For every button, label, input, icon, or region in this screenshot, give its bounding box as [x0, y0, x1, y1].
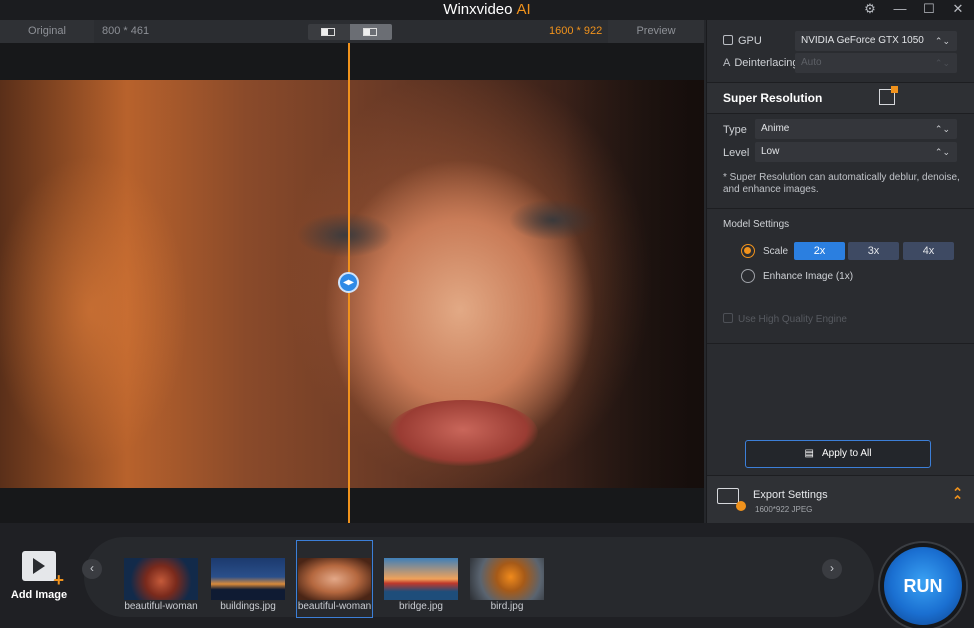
export-title: Export Settings: [753, 489, 828, 501]
split-view-button[interactable]: [308, 24, 350, 40]
deinterlacing-label: Deinterlacing: [734, 57, 799, 69]
gpu-label: GPU: [738, 35, 762, 47]
add-image-label: Add Image: [10, 589, 68, 601]
type-value: Anime: [761, 123, 790, 134]
preview-area: ◂▸: [0, 43, 704, 523]
original-tab[interactable]: Original: [0, 20, 94, 43]
deinterlace-icon: A: [723, 57, 731, 69]
deinterlacing-value: Auto: [801, 57, 822, 68]
thumbnail-image: [211, 558, 285, 600]
split-handle[interactable]: ◂▸: [338, 272, 359, 293]
thumbnail-item[interactable]: bridge.jpg: [384, 558, 458, 612]
app-title-text: Winxvideo: [443, 1, 513, 18]
scale-4x-button[interactable]: 4x: [903, 242, 954, 260]
thumbnail-caption: bridge.jpg: [399, 601, 443, 612]
add-media-icon: +: [22, 551, 64, 589]
preview-tab[interactable]: Preview: [608, 20, 704, 43]
scale-radio[interactable]: [741, 244, 755, 258]
prev-arrow-icon[interactable]: ‹: [82, 559, 102, 579]
expand-icon[interactable]: [879, 86, 898, 105]
chevron-up-icon[interactable]: ⌃ ⌃: [952, 486, 963, 507]
enhance-radio[interactable]: [741, 269, 755, 283]
scale-2x-button[interactable]: 2x: [794, 242, 845, 260]
apply-icon: ▤: [804, 448, 814, 459]
thumbnail-image: [124, 558, 198, 600]
hq-engine-label: Use High Quality Engine: [738, 314, 847, 325]
level-label: Level: [723, 147, 750, 159]
type-select[interactable]: Anime ⌃⌄: [755, 119, 957, 139]
thumbnail-item[interactable]: bird.jpg: [470, 558, 544, 612]
thumbnail-caption: beautiful-woman: [297, 601, 372, 612]
thumbnail-caption: buildings.jpg: [220, 601, 276, 612]
super-resolution-note: * Super Resolution can automatically deb…: [723, 172, 960, 195]
hq-engine-checkbox: [723, 313, 733, 323]
side-by-side-button[interactable]: [350, 24, 392, 40]
chevron-updown-icon: ⌃⌄: [934, 147, 950, 157]
export-detail: 1600*922 JPEG: [755, 505, 813, 514]
level-select[interactable]: Low ⌃⌄: [755, 142, 957, 162]
export-settings-icon: [717, 488, 746, 511]
title-bar: Winxvideo AI ⚙ — ☐ ✕: [0, 0, 974, 20]
thumbnail-image: [298, 558, 371, 600]
maximize-icon[interactable]: ☐: [917, 0, 941, 20]
image-hair-left: [0, 80, 260, 488]
hq-engine-row: Use High Quality Engine: [723, 313, 847, 325]
scale-label: Scale: [763, 246, 789, 257]
type-label: Type: [723, 124, 747, 136]
thumbnail-item[interactable]: buildings.jpg: [211, 558, 285, 612]
original-size: 800 * 461: [102, 25, 150, 37]
side-by-side-icon: [363, 28, 377, 36]
level-value: Low: [761, 146, 780, 157]
image-shadow-right: [564, 80, 704, 488]
divider: [707, 343, 974, 344]
settings-panel: GPU NVIDIA GeForce GTX 1050 ⌃⌄ A Deinterla…: [706, 20, 974, 523]
model-settings-label: Model Settings: [723, 219, 790, 230]
run-button[interactable]: RUN: [880, 543, 966, 628]
export-settings[interactable]: Export Settings 1600*922 JPEG ⌃ ⌃: [707, 475, 974, 523]
apply-to-all-button[interactable]: ▤ Apply to All: [745, 440, 931, 468]
split-view-icon: [321, 28, 335, 36]
chevron-updown-icon: ⌃⌄: [934, 124, 950, 134]
chevron-updown-icon: ⌃⌄: [934, 58, 950, 68]
gpu-value: NVIDIA GeForce GTX 1050: [801, 35, 924, 46]
deinterlacing-row: A Deinterlacing: [723, 57, 799, 69]
thumbnail-caption: bird.jpg: [490, 601, 524, 612]
add-image-button[interactable]: + Add Image: [8, 551, 70, 601]
image-strip: + Add Image ‹ › beautiful-woman building…: [0, 523, 974, 628]
deinterlacing-select: Auto ⌃⌄: [795, 53, 957, 73]
scale-3x-button[interactable]: 3x: [848, 242, 899, 260]
chevron-updown-icon: ⌃⌄: [934, 36, 950, 46]
super-resolution-header: Super Resolution: [707, 82, 974, 114]
image-lips: [388, 400, 538, 466]
thumbnail-item[interactable]: beautiful-woman: [124, 558, 198, 612]
output-size: 1600 * 922: [549, 25, 603, 37]
app-window: Winxvideo AI ⚙ — ☐ ✕ Original 800 * 461 1…: [0, 0, 974, 628]
gear-icon[interactable]: ⚙: [858, 0, 882, 20]
close-icon[interactable]: ✕: [946, 0, 970, 20]
thumbnail-image: [384, 558, 458, 600]
next-arrow-icon[interactable]: ›: [822, 559, 842, 579]
divider: [707, 208, 974, 209]
app-title-accent: AI: [516, 1, 531, 18]
enhance-label: Enhance Image (1x): [763, 271, 854, 282]
apply-label: Apply to All: [821, 448, 872, 459]
thumbnail-caption: beautiful-woman: [124, 601, 198, 612]
minimize-icon[interactable]: —: [888, 0, 912, 20]
preview-header: Original 800 * 461 1600 * 922 Preview: [0, 20, 704, 43]
compare-mode-toggle[interactable]: [308, 24, 392, 40]
app-title: Winxvideo AI: [0, 0, 974, 19]
gpu-select[interactable]: NVIDIA GeForce GTX 1050 ⌃⌄: [795, 31, 957, 51]
section-title: Super Resolution: [723, 91, 823, 105]
gpu-checkbox[interactable]: [723, 35, 733, 45]
gpu-row[interactable]: GPU: [723, 35, 762, 47]
thumbnail-item-selected[interactable]: beautiful-woman: [296, 540, 373, 618]
thumbnail-image: [470, 558, 544, 600]
